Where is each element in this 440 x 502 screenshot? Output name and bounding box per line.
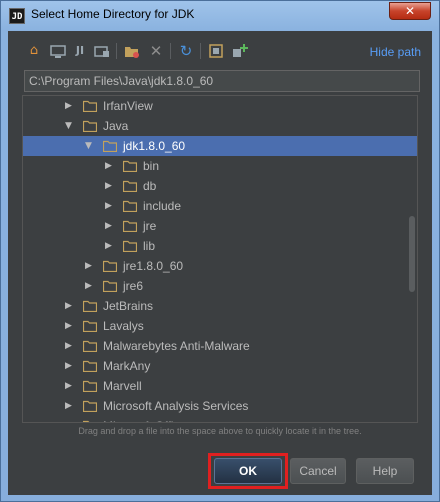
home-icon[interactable]: ⌂ — [26, 43, 42, 59]
tree-row[interactable]: ▶ MarkAny — [23, 356, 417, 376]
dialog-title: Select Home Directory for JDK — [31, 7, 195, 21]
folder-icon — [83, 100, 97, 112]
collapsed-arrow-icon[interactable]: ▶ — [85, 260, 95, 272]
path-field[interactable]: C:\Program Files\Java\jdk1.8.0_60 — [24, 70, 420, 92]
folder-icon — [83, 360, 97, 372]
drag-drop-hint: Drag and drop a file into the space abov… — [78, 426, 362, 436]
folder-icon — [83, 400, 97, 412]
tree-item-label: Marvell — [103, 379, 142, 393]
tree-row[interactable]: ▼ jdk1.8.0_60 — [23, 136, 417, 156]
collapsed-arrow-icon[interactable]: ▶ — [65, 320, 75, 332]
expanded-arrow-icon[interactable]: ▼ — [65, 120, 75, 132]
folder-icon — [103, 140, 117, 152]
tree-item-label: Microsoft Analysis Services — [103, 399, 249, 413]
tree-item-label: jre1.8.0_60 — [123, 259, 184, 273]
tree-row[interactable]: ▶ include — [23, 196, 417, 216]
tree-row[interactable]: ▶ Microsoft Office — [23, 416, 417, 422]
tree-item-label: Lavalys — [103, 319, 144, 333]
collapsed-arrow-icon[interactable]: ▶ — [105, 200, 115, 212]
tree-row[interactable]: ▶ lib — [23, 236, 417, 256]
toolbar-separator — [170, 43, 171, 59]
tree-item-label: jre6 — [123, 279, 144, 293]
toolbar: ⌂ JI ✕ ↻ Hide path — [8, 31, 432, 71]
tree-row[interactable]: ▶ jre — [23, 216, 417, 236]
collapsed-arrow-icon[interactable]: ▶ — [105, 180, 115, 192]
tree-item-label: jdk1.8.0_60 — [123, 139, 186, 153]
tree-item-label: MarkAny — [103, 359, 151, 373]
tree-row[interactable]: ▶ jre6 — [23, 276, 417, 296]
expanded-arrow-icon[interactable]: ▼ — [85, 140, 95, 152]
collapsed-arrow-icon[interactable]: ▶ — [65, 340, 75, 352]
folder-icon — [123, 180, 137, 192]
module-icon[interactable] — [94, 43, 110, 59]
tree-item-label: IrfanView — [103, 99, 153, 113]
folder-icon — [103, 280, 117, 292]
tree-item-label: jre — [143, 219, 157, 233]
folder-icon — [123, 240, 137, 252]
collapsed-arrow-icon[interactable]: ▶ — [65, 400, 75, 412]
tree-row[interactable]: ▶ JetBrains — [23, 296, 417, 316]
dialog-content: ⌂ JI ✕ ↻ Hide path C:\Program Files\Java… — [8, 31, 432, 495]
refresh-icon[interactable]: ↻ — [178, 43, 194, 59]
tree-item-label: bin — [143, 159, 160, 173]
folder-icon — [83, 300, 97, 312]
collapsed-arrow-icon[interactable]: ▶ — [65, 300, 75, 312]
collapsed-arrow-icon[interactable]: ▶ — [65, 380, 75, 392]
tree-row[interactable]: ▶ Lavalys — [23, 316, 417, 336]
tree-item-label: include — [143, 199, 182, 213]
collapsed-arrow-icon[interactable]: ▶ — [105, 160, 115, 172]
project-icon[interactable]: JI — [72, 43, 88, 59]
tree-row[interactable]: ▶ Malwarebytes Anti-Malware — [23, 336, 417, 356]
tree-item-label: lib — [143, 239, 156, 253]
tree-item-label: Java — [103, 119, 129, 133]
folder-icon — [83, 420, 97, 422]
directory-tree[interactable]: ▶ IrfanView ▼ Java ▼ jdk1.8.0_60 ▶ bin ▶ db ▶ inclu… — [22, 95, 418, 423]
folder-icon — [83, 320, 97, 332]
close-button[interactable]: ✕ — [389, 2, 431, 20]
ok-button[interactable]: OK — [214, 458, 282, 484]
tree-scrollbar[interactable] — [409, 216, 415, 292]
tree-item-label: Malwarebytes Anti-Malware — [103, 339, 250, 353]
tree-item-label: db — [143, 179, 157, 193]
intellij-app-icon: JD — [9, 8, 25, 24]
tree-item-label: Microsoft Office — [103, 419, 186, 422]
collapsed-arrow-icon[interactable]: ▶ — [85, 280, 95, 292]
delete-icon[interactable]: ✕ — [148, 43, 164, 59]
toolbar-separator — [116, 43, 117, 59]
tree-row[interactable]: ▶ Microsoft Analysis Services — [23, 396, 417, 416]
tree-row[interactable]: ▶ IrfanView — [23, 96, 417, 116]
collapsed-arrow-icon[interactable]: ▶ — [65, 100, 75, 112]
tree-row[interactable]: ▶ jre1.8.0_60 — [23, 256, 417, 276]
folder-icon — [123, 200, 137, 212]
desktop-icon[interactable] — [50, 43, 66, 59]
collapsed-arrow-icon[interactable]: ▶ — [105, 240, 115, 252]
folder-icon — [83, 340, 97, 352]
folder-icon — [83, 120, 97, 132]
show-hidden-icon[interactable] — [208, 43, 224, 59]
folder-icon — [103, 260, 117, 272]
tree-row[interactable]: ▶ db — [23, 176, 417, 196]
dialog-window: JD Select Home Directory for JDK ✕ ⌂ JI … — [0, 0, 440, 502]
cancel-button[interactable]: Cancel — [290, 458, 346, 484]
title-bar[interactable]: JD Select Home Directory for JDK ✕ — [1, 1, 439, 31]
folder-icon — [123, 220, 137, 232]
tree-row[interactable]: ▼ Java — [23, 116, 417, 136]
help-button[interactable]: Help — [356, 458, 414, 484]
module-add-icon[interactable] — [232, 43, 248, 59]
folder-icon — [83, 380, 97, 392]
tree-row[interactable]: ▶ Marvell — [23, 376, 417, 396]
collapsed-arrow-icon[interactable]: ▶ — [65, 360, 75, 372]
hide-path-link[interactable]: Hide path — [370, 45, 421, 59]
tree-row[interactable]: ▶ bin — [23, 156, 417, 176]
folder-icon — [123, 160, 137, 172]
new-folder-icon[interactable] — [124, 43, 140, 59]
collapsed-arrow-icon[interactable]: ▶ — [105, 220, 115, 232]
tree-item-label: JetBrains — [103, 299, 154, 313]
toolbar-separator — [200, 43, 201, 59]
collapsed-arrow-icon[interactable]: ▶ — [65, 420, 75, 422]
